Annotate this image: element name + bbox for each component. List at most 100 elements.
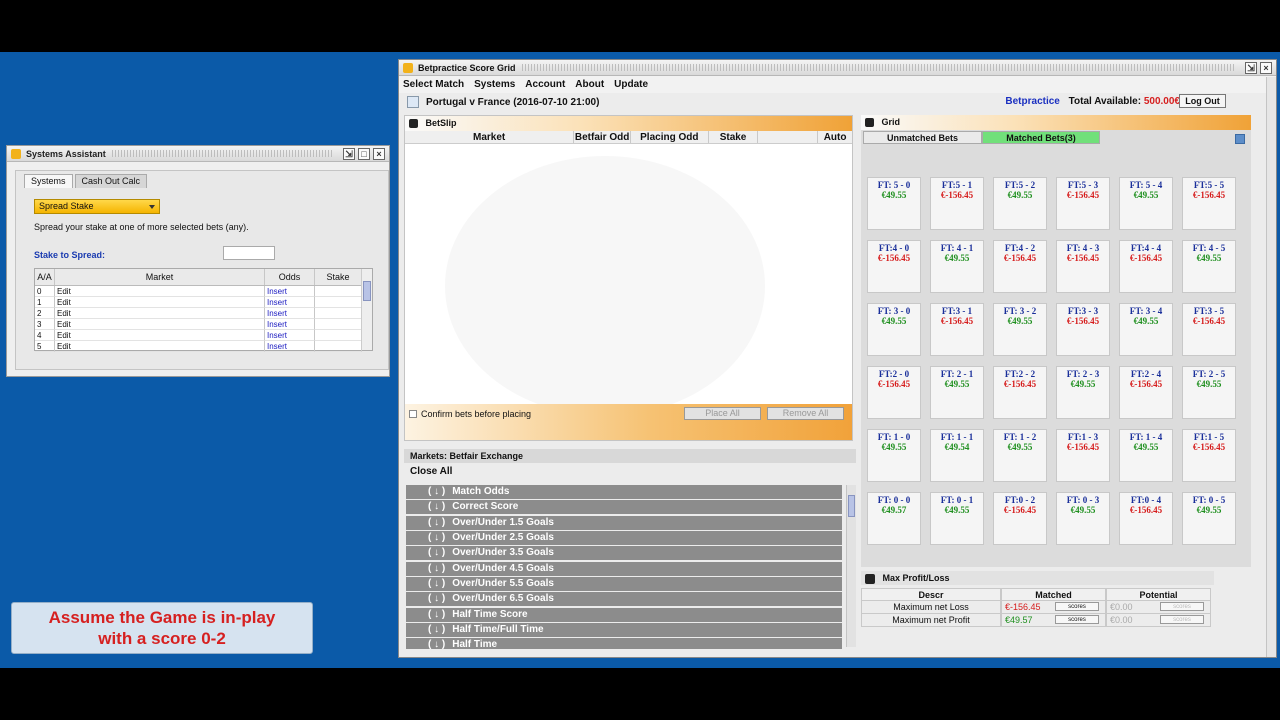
stake-cell[interactable]: [315, 297, 362, 308]
market-item[interactable]: ( ↓ ) Half Time: [406, 638, 842, 649]
scores-button[interactable]: scores: [1055, 615, 1099, 624]
market-item[interactable]: ( ↓ ) Over/Under 4.5 Goals: [406, 561, 842, 576]
score-cell[interactable]: FT:2 - 0 €-156.45: [867, 366, 921, 419]
score-cell[interactable]: FT:1 - 3 €-156.45: [1056, 429, 1110, 482]
menu-about[interactable]: About: [575, 79, 604, 90]
insert-link[interactable]: Insert: [265, 308, 315, 319]
market-item[interactable]: ( ↓ ) Half Time Score: [406, 607, 842, 622]
score-cell[interactable]: FT:3 - 3 €-156.45: [1056, 303, 1110, 356]
menu-select-match[interactable]: Select Match: [403, 79, 464, 90]
market-item[interactable]: ( ↓ ) Over/Under 2.5 Goals: [406, 531, 842, 546]
strategy-dropdown[interactable]: Spread Stake: [34, 199, 160, 214]
score-cell[interactable]: FT: 0 - 3 €49.55: [1056, 492, 1110, 545]
insert-link[interactable]: Insert: [265, 286, 315, 297]
score-cell[interactable]: FT:5 - 2 €49.55: [993, 177, 1047, 230]
score-cell[interactable]: FT: 1 - 1 €49.54: [930, 429, 984, 482]
score-cell[interactable]: FT: 2 - 5 €49.55: [1182, 366, 1236, 419]
expand-arrow-icon[interactable]: ( ↓ ): [428, 593, 445, 604]
maximize-icon[interactable]: ⇲: [1245, 61, 1257, 74]
stake-cell[interactable]: [315, 308, 362, 319]
score-cell[interactable]: FT: 5 - 4 €49.55: [1119, 177, 1173, 230]
menu-account[interactable]: Account: [525, 79, 565, 90]
score-cell[interactable]: FT: 2 - 3 €49.55: [1056, 366, 1110, 419]
market-item[interactable]: ( ↓ ) Match Odds: [406, 485, 842, 499]
expand-arrow-icon[interactable]: ( ↓ ): [428, 639, 445, 649]
confirm-checkbox[interactable]: [409, 410, 417, 418]
close-all-link[interactable]: Close All: [404, 463, 856, 480]
expand-arrow-icon[interactable]: ( ↓ ): [428, 578, 445, 589]
tab-systems[interactable]: Systems: [24, 174, 73, 188]
stake-to-spread-input[interactable]: [223, 246, 275, 260]
score-cell[interactable]: FT: 1 - 4 €49.55: [1119, 429, 1173, 482]
scores-button[interactable]: scores: [1160, 602, 1204, 611]
score-cell[interactable]: FT:4 - 4 €-156.45: [1119, 240, 1173, 293]
systems-assistant-titlebar[interactable]: Systems Assistant ⇲ □ ×: [7, 146, 389, 162]
market-item[interactable]: ( ↓ ) Over/Under 6.5 Goals: [406, 592, 842, 607]
scores-button[interactable]: scores: [1160, 615, 1204, 624]
stake-cell[interactable]: [315, 319, 362, 330]
edit-link[interactable]: Edit: [55, 286, 265, 297]
market-item[interactable]: ( ↓ ) Over/Under 1.5 Goals: [406, 515, 842, 530]
insert-link[interactable]: Insert: [265, 297, 315, 308]
score-cell[interactable]: FT: 4 - 1 €49.55: [930, 240, 984, 293]
score-cell[interactable]: FT:5 - 5 €-156.45: [1182, 177, 1236, 230]
tab-matched-bets[interactable]: Matched Bets(3): [982, 131, 1100, 144]
edit-link[interactable]: Edit: [55, 341, 265, 352]
expand-arrow-icon[interactable]: ( ↓ ): [428, 563, 445, 574]
tab-cash-out-calc[interactable]: Cash Out Calc: [74, 174, 148, 188]
close-icon[interactable]: ×: [1260, 61, 1272, 74]
info-icon[interactable]: [1235, 134, 1245, 144]
market-item[interactable]: ( ↓ ) Correct Score: [406, 500, 842, 515]
score-cell[interactable]: FT: 3 - 4 €49.55: [1119, 303, 1173, 356]
score-cell[interactable]: FT:5 - 1 €-156.45: [930, 177, 984, 230]
score-cell[interactable]: FT: 1 - 0 €49.55: [867, 429, 921, 482]
expand-arrow-icon[interactable]: ( ↓ ): [428, 501, 445, 512]
expand-arrow-icon[interactable]: ( ↓ ): [428, 486, 445, 497]
close-icon[interactable]: ×: [373, 147, 385, 160]
insert-link[interactable]: Insert: [265, 330, 315, 341]
market-item[interactable]: ( ↓ ) Over/Under 5.5 Goals: [406, 577, 842, 592]
score-cell[interactable]: FT:4 - 0 €-156.45: [867, 240, 921, 293]
menu-update[interactable]: Update: [614, 79, 648, 90]
expand-arrow-icon[interactable]: ( ↓ ): [428, 547, 445, 558]
tab-unmatched-bets[interactable]: Unmatched Bets: [863, 131, 982, 144]
score-cell[interactable]: FT:5 - 3 €-156.45: [1056, 177, 1110, 230]
window-scrollbar[interactable]: [1266, 77, 1276, 657]
score-cell[interactable]: FT: 0 - 5 €49.55: [1182, 492, 1236, 545]
match-icon[interactable]: [407, 96, 419, 108]
market-item[interactable]: ( ↓ ) Half Time/Full Time: [406, 623, 842, 638]
score-cell[interactable]: FT:0 - 4 €-156.45: [1119, 492, 1173, 545]
remove-all-button[interactable]: Remove All: [767, 407, 844, 420]
score-cell[interactable]: FT:2 - 2 €-156.45: [993, 366, 1047, 419]
score-grid-titlebar[interactable]: Betpractice Score Grid ⇲ ×: [399, 60, 1276, 76]
score-cell[interactable]: FT:1 - 5 €-156.45: [1182, 429, 1236, 482]
logout-button[interactable]: Log Out: [1179, 94, 1226, 108]
score-cell[interactable]: FT: 2 - 1 €49.55: [930, 366, 984, 419]
insert-link[interactable]: Insert: [265, 341, 315, 352]
stake-cell[interactable]: [315, 286, 362, 297]
place-all-button[interactable]: Place All: [684, 407, 761, 420]
systems-table-scrollbar[interactable]: [361, 269, 372, 350]
score-cell[interactable]: FT:3 - 5 €-156.45: [1182, 303, 1236, 356]
expand-arrow-icon[interactable]: ( ↓ ): [428, 517, 445, 528]
score-cell[interactable]: FT: 4 - 3 €-156.45: [1056, 240, 1110, 293]
expand-arrow-icon[interactable]: ( ↓ ): [428, 609, 445, 620]
scrollbar-thumb[interactable]: [363, 281, 371, 301]
edit-link[interactable]: Edit: [55, 297, 265, 308]
score-cell[interactable]: FT: 3 - 0 €49.55: [867, 303, 921, 356]
markets-scrollbar[interactable]: [846, 485, 856, 647]
score-cell[interactable]: FT: 3 - 2 €49.55: [993, 303, 1047, 356]
confirm-bets-option[interactable]: Confirm bets before placing: [409, 409, 531, 419]
menu-systems[interactable]: Systems: [474, 79, 515, 90]
scores-button[interactable]: scores: [1055, 602, 1099, 611]
expand-arrow-icon[interactable]: ( ↓ ): [428, 624, 445, 635]
edit-link[interactable]: Edit: [55, 308, 265, 319]
stake-cell[interactable]: [315, 330, 362, 341]
score-cell[interactable]: FT: 4 - 5 €49.55: [1182, 240, 1236, 293]
market-item[interactable]: ( ↓ ) Over/Under 3.5 Goals: [406, 546, 842, 561]
maximize-icon[interactable]: □: [358, 147, 370, 160]
score-cell[interactable]: FT: 5 - 0 €49.55: [867, 177, 921, 230]
score-cell[interactable]: FT:0 - 2 €-156.45: [993, 492, 1047, 545]
expand-arrow-icon[interactable]: ( ↓ ): [428, 532, 445, 543]
score-cell[interactable]: FT:3 - 1 €-156.45: [930, 303, 984, 356]
